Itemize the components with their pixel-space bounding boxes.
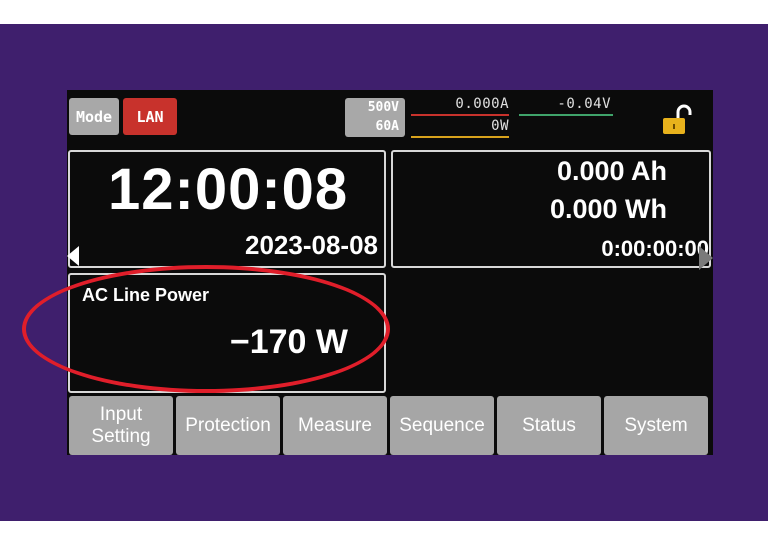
highlight-ellipse xyxy=(22,265,390,393)
range-indicator[interactable]: 500V 60A xyxy=(345,98,405,137)
tab-sequence[interactable]: Sequence xyxy=(390,396,494,455)
tab-protection[interactable]: Protection xyxy=(176,396,280,455)
unlocked-padlock-icon[interactable] xyxy=(662,104,692,136)
lan-button[interactable]: LAN xyxy=(123,98,177,135)
power-underline xyxy=(411,136,509,138)
clock-panel: 12:00:08 2023-08-08 xyxy=(68,150,386,268)
tab-measure[interactable]: Measure xyxy=(283,396,387,455)
page-left-arrow-icon[interactable] xyxy=(67,246,79,266)
amp-hours: 0.000 Ah xyxy=(556,156,667,186)
power-reading: 0W xyxy=(491,118,509,134)
voltage-underline xyxy=(519,114,613,116)
mode-button[interactable]: Mode xyxy=(69,98,119,135)
elapsed-time: 0:00:00:00 xyxy=(601,236,709,261)
function-tab-bar: Input Setting Protection Measure Sequenc… xyxy=(67,396,713,455)
clock-date: 2023-08-08 xyxy=(245,230,378,260)
current-underline xyxy=(411,114,509,116)
tab-input-setting[interactable]: Input Setting xyxy=(69,396,173,455)
tab-status[interactable]: Status xyxy=(497,396,601,455)
range-voltage: 500V xyxy=(367,100,399,115)
watt-hours: 0.000 Wh xyxy=(549,194,667,224)
range-current: 60A xyxy=(375,119,399,134)
voltage-reading: -0.04V xyxy=(557,96,611,112)
page-right-arrow-icon[interactable] xyxy=(699,246,713,270)
clock-time: 12:00:08 xyxy=(108,157,349,222)
tab-system[interactable]: System xyxy=(604,396,708,455)
totals-panel: 0.000 Ah 0.000 Wh 0:00:00:00 xyxy=(391,150,711,268)
current-reading: 0.000A xyxy=(455,96,509,112)
